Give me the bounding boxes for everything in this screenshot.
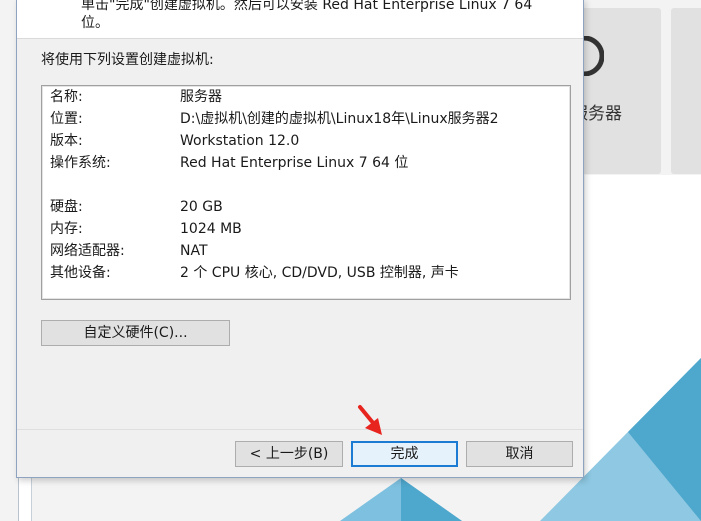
cancel-button[interactable]: 取消 [466, 441, 573, 467]
summary-value: 1024 MB [180, 221, 242, 237]
summary-key: 内存: [50, 221, 83, 237]
summary-key: 其他设备: [50, 265, 111, 281]
summary-key: 版本: [50, 133, 83, 149]
summary-key: 网络适配器: [50, 243, 125, 259]
summary-key: 操作系统: [50, 155, 111, 171]
settings-caption: 将使用下列设置创建虚拟机: [41, 52, 214, 68]
summary-value: 2 个 CPU 核心, CD/DVD, USB 控制器, 声卡 [180, 265, 459, 281]
back-button[interactable]: < 上一步(B) [235, 441, 343, 467]
new-vm-wizard-dialog: 单击"完成"创建虚拟机。然后可以安装 Red Hat Enterprise Li… [16, 0, 584, 478]
summary-value: Red Hat Enterprise Linux 7 64 位 [180, 155, 409, 171]
customize-hardware-button[interactable]: 自定义硬件(C)... [41, 320, 230, 346]
server-icon [584, 36, 604, 76]
vm-settings-summary: 名称: 服务器 位置: D:\虚拟机\创建的虚拟机\Linux18年\Linux… [41, 85, 571, 300]
summary-value: NAT [180, 243, 208, 259]
finish-button[interactable]: 完成 [351, 441, 458, 467]
summary-key: 位置: [50, 111, 83, 127]
red-arrow-icon [358, 405, 382, 435]
home-lower-area [585, 175, 701, 521]
wizard-instruction: 单击"完成"创建虚拟机。然后可以安装 Red Hat Enterprise Li… [81, 0, 533, 31]
summary-key: 硬盘: [50, 199, 83, 215]
summary-value: 服务器 [180, 89, 222, 105]
summary-value: Workstation 12.0 [180, 133, 300, 149]
footer-divider [17, 429, 583, 430]
summary-value: 20 GB [180, 199, 223, 215]
home-card-next[interactable] [671, 8, 701, 174]
summary-value: D:\虚拟机\创建的虚拟机\Linux18年\Linux服务器2 [180, 111, 499, 127]
wizard-header: 单击"完成"创建虚拟机。然后可以安装 Red Hat Enterprise Li… [17, 0, 583, 39]
summary-key: 名称: [50, 89, 83, 105]
